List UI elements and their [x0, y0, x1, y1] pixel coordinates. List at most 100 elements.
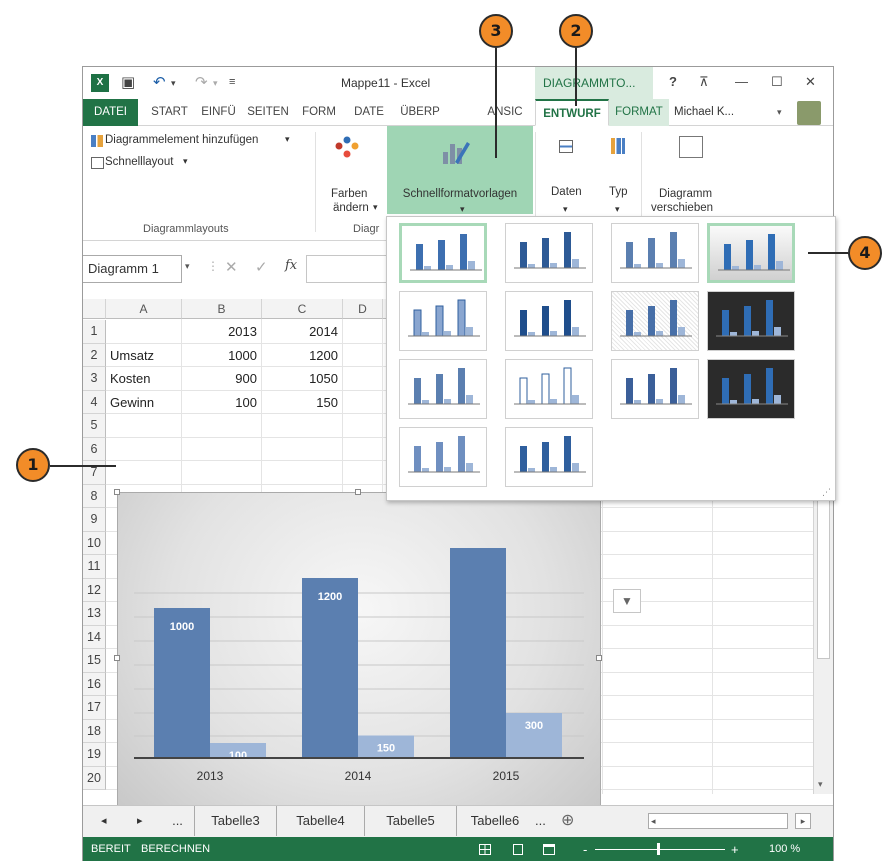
cell-c3[interactable]: 1050: [262, 367, 343, 391]
zoom-level[interactable]: 100 %: [769, 837, 800, 861]
row-header-18[interactable]: 18: [83, 719, 106, 743]
row-header-13[interactable]: 13: [83, 602, 106, 626]
avatar[interactable]: [797, 101, 821, 125]
select-all-corner[interactable]: [83, 299, 106, 319]
cell-b1[interactable]: 2013: [182, 320, 262, 344]
change-colors-button[interactable]: Farben: [331, 188, 367, 200]
redo-icon[interactable]: ↷: [195, 73, 208, 91]
chart-style-thumbnail-11[interactable]: [611, 359, 699, 419]
undo-icon[interactable]: ↶: [153, 73, 166, 91]
cell-a3[interactable]: Kosten: [106, 367, 182, 391]
customize-qat-icon[interactable]: ≡: [229, 76, 235, 88]
save-icon[interactable]: ▣: [121, 73, 135, 91]
chart-style-thumbnail-9[interactable]: [399, 359, 487, 419]
row-header-4[interactable]: 4: [83, 390, 106, 414]
tab-format[interactable]: FORMAT: [609, 99, 669, 126]
data-dropdown-icon[interactable]: ▾: [563, 204, 568, 215]
user-dropdown-icon[interactable]: ▾: [777, 99, 782, 126]
move-chart-button[interactable]: Diagramm: [659, 188, 712, 200]
tab-start[interactable]: START: [145, 99, 194, 126]
page-break-view-icon[interactable]: [543, 844, 555, 855]
chart-resize-handle[interactable]: [596, 655, 602, 661]
add-chart-element-dropdown-icon[interactable]: ▾: [285, 134, 290, 145]
row-header-5[interactable]: 5: [83, 414, 106, 438]
row-header-16[interactable]: 16: [83, 672, 106, 696]
chart-style-thumbnail-8[interactable]: [707, 291, 795, 351]
row-header-6[interactable]: 6: [83, 437, 106, 461]
quick-layout-button[interactable]: Schnelllayout: [105, 156, 173, 168]
chart-resize-handle[interactable]: [114, 489, 120, 495]
user-account[interactable]: Michael K...: [674, 99, 734, 126]
sheet-tabs-more-right[interactable]: ...: [535, 806, 546, 836]
scroll-down-icon[interactable]: ▾: [818, 779, 823, 790]
cell-a2[interactable]: Umsatz: [106, 343, 182, 367]
chart-style-thumbnail-13[interactable]: [399, 427, 487, 487]
undo-dropdown-icon[interactable]: ▾: [171, 78, 176, 89]
chart-resize-handle[interactable]: [114, 655, 120, 661]
tab-ueberpruefen[interactable]: ÜBERP: [395, 99, 445, 126]
normal-view-icon[interactable]: [479, 844, 491, 855]
row-header-20[interactable]: 20: [83, 766, 106, 790]
zoom-slider-thumb[interactable]: [657, 843, 660, 855]
chart-style-thumbnail-1[interactable]: [399, 223, 487, 283]
scroll-left-icon[interactable]: ◂: [651, 814, 656, 828]
quick-layout-dropdown-icon[interactable]: ▾: [183, 156, 188, 167]
chart-style-thumbnail-6[interactable]: [505, 291, 593, 351]
maximize-button[interactable]: ☐: [771, 74, 783, 90]
sheet-nav-prev-icon[interactable]: ◂: [101, 806, 107, 836]
zoom-in-button[interactable]: +: [731, 837, 739, 861]
cell-b2[interactable]: 1000: [182, 343, 262, 367]
row-header-15[interactable]: 15: [83, 649, 106, 673]
page-layout-view-icon[interactable]: [513, 844, 523, 855]
chart-style-thumbnail-5[interactable]: [399, 291, 487, 351]
sheet-tab-tabelle5[interactable]: Tabelle5: [365, 806, 457, 836]
change-colors-dropdown-icon[interactable]: ▾: [373, 202, 378, 213]
chart-style-thumbnail-2[interactable]: [505, 223, 593, 283]
row-header-14[interactable]: 14: [83, 625, 106, 649]
row-header-19[interactable]: 19: [83, 743, 106, 767]
sheet-tabs-more-left[interactable]: ...: [161, 806, 195, 836]
quick-styles-button[interactable]: Schnellformatvorlagen ▾: [387, 126, 533, 214]
chart-style-thumbnail-4[interactable]: [707, 223, 795, 283]
tab-daten[interactable]: DATE: [345, 99, 393, 126]
chart-filter-button[interactable]: ▼: [613, 589, 641, 613]
row-header-9[interactable]: 9: [83, 508, 106, 532]
horizontal-scrollbar[interactable]: ◂: [648, 813, 788, 829]
chart-style-thumbnail-12[interactable]: [707, 359, 795, 419]
close-button[interactable]: ✕: [805, 74, 816, 90]
row-header-12[interactable]: 12: [83, 578, 106, 602]
cell-c2[interactable]: 1200: [262, 343, 343, 367]
move-chart-button-line2[interactable]: verschieben: [651, 202, 713, 214]
cell-b4[interactable]: 100: [182, 390, 262, 414]
sheet-tab-tabelle3[interactable]: Tabelle3: [195, 806, 277, 836]
ribbon-display-options-icon[interactable]: ⊼: [699, 74, 709, 90]
sheet-nav-next-icon[interactable]: ▸: [137, 806, 143, 836]
tab-ansicht[interactable]: ANSIC: [479, 99, 531, 126]
column-header-d[interactable]: D: [343, 299, 383, 319]
chart-type-dropdown-icon[interactable]: ▾: [615, 204, 620, 215]
column-chart[interactable]: 10001002013120015020143002015UmsatzGewin…: [118, 493, 600, 828]
chart-area[interactable]: 10001002013120015020143002015UmsatzGewin…: [114, 489, 602, 829]
change-colors-button-line2[interactable]: ändern: [333, 202, 369, 214]
minimize-button[interactable]: —: [735, 74, 748, 89]
column-header-b[interactable]: B: [182, 299, 262, 319]
name-box[interactable]: Diagramm 1: [83, 255, 182, 283]
row-header-11[interactable]: 11: [83, 555, 106, 579]
add-chart-element-button[interactable]: Diagrammelement hinzufügen: [105, 134, 258, 146]
new-sheet-button[interactable]: ⊕: [561, 806, 574, 836]
zoom-out-button[interactable]: -: [583, 837, 587, 861]
help-button[interactable]: ?: [669, 74, 677, 89]
sheet-tab-tabelle6[interactable]: Tabelle6: [457, 806, 533, 836]
scroll-right-icon[interactable]: ▸: [795, 813, 811, 829]
tab-formeln[interactable]: FORM: [295, 99, 343, 126]
row-header-2[interactable]: 2: [83, 343, 106, 367]
tab-datei[interactable]: DATEI: [83, 99, 138, 126]
insert-function-button[interactable]: fx: [285, 258, 297, 273]
status-calculate[interactable]: BERECHNEN: [141, 837, 210, 861]
zoom-slider[interactable]: [595, 849, 725, 850]
cancel-formula-icon[interactable]: ✕: [225, 258, 238, 276]
row-header-10[interactable]: 10: [83, 531, 106, 555]
name-box-dropdown-icon[interactable]: ▾: [185, 261, 190, 272]
tab-entwurf[interactable]: ENTWURF: [535, 99, 609, 126]
chart-resize-handle[interactable]: [355, 489, 361, 495]
